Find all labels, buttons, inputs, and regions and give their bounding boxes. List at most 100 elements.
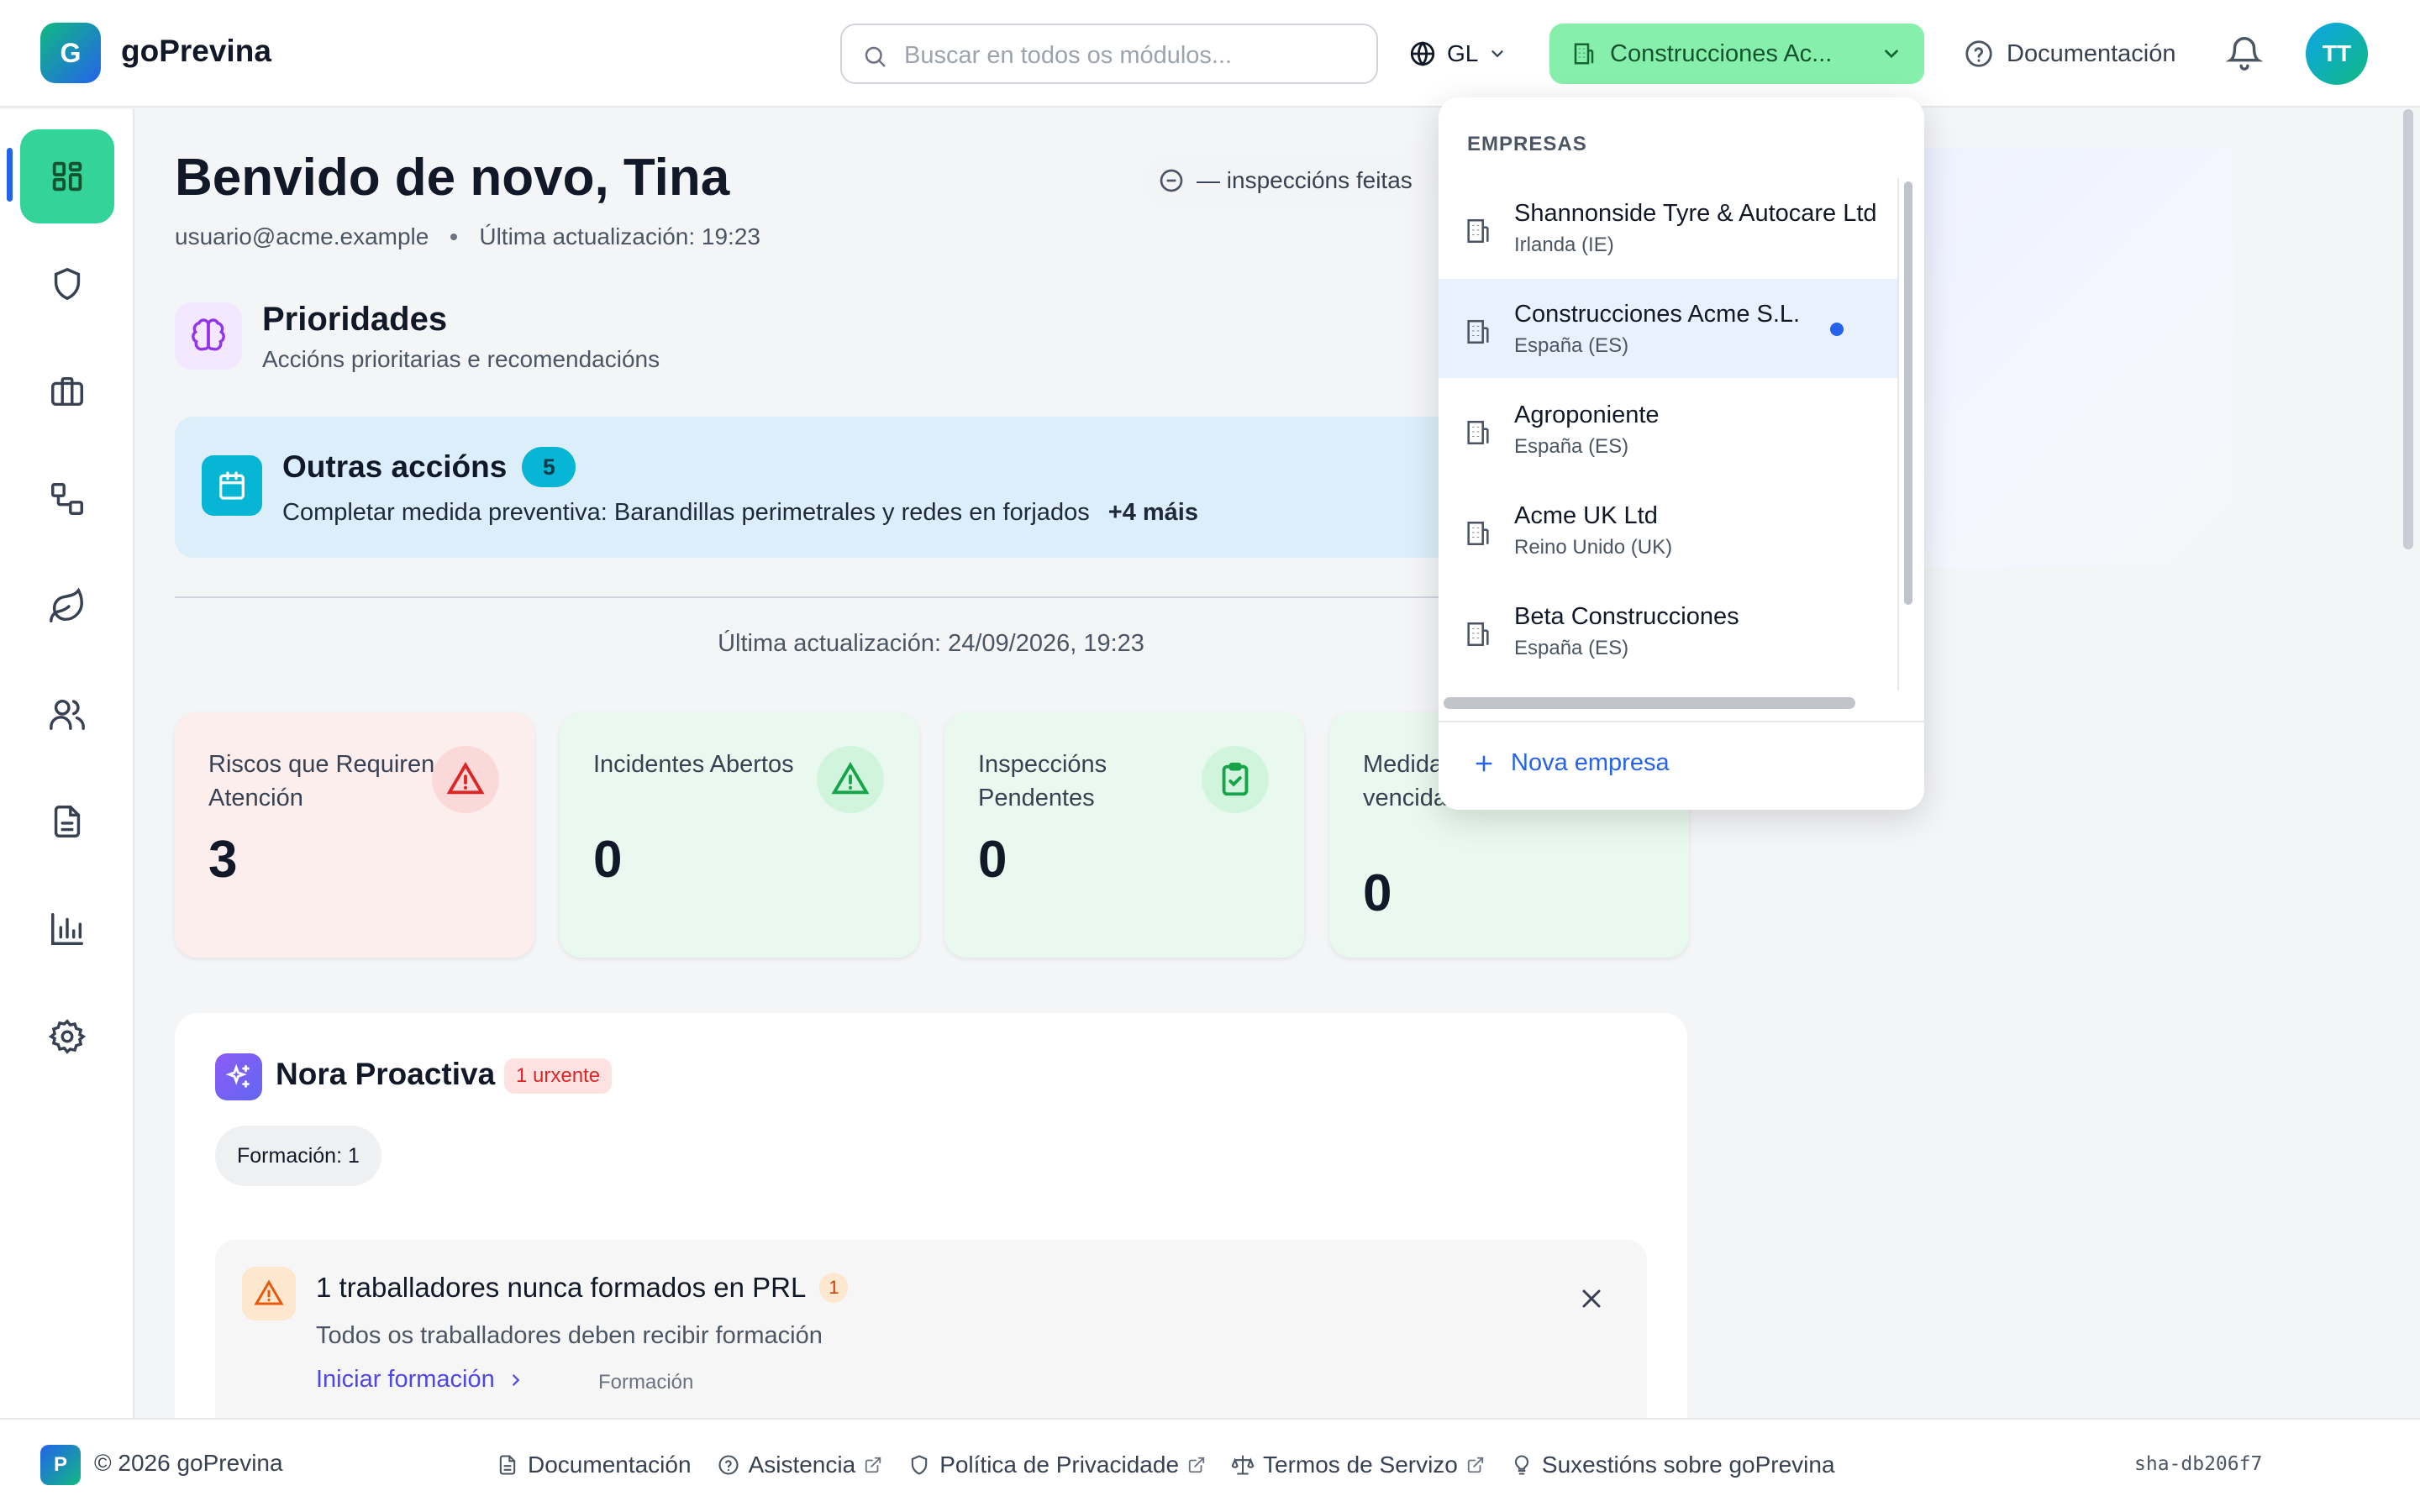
company-country: España (ES) — [1514, 435, 1629, 458]
document-icon — [48, 802, 87, 841]
footer: P © 2026 goPrevina Documentación Asisten… — [0, 1418, 2420, 1512]
building-icon — [1464, 217, 1492, 245]
help-circle-icon — [717, 1453, 740, 1477]
stat-label: Incidentes Abertos — [593, 751, 794, 778]
settings-icon — [48, 1017, 87, 1056]
start-training-label: Iniciar formación — [316, 1366, 495, 1393]
company-selector[interactable]: Construcciones Ac... — [1549, 24, 1924, 84]
footer-links: Documentación Asistencia Política de Pri… — [496, 1445, 1835, 1485]
urgent-badge: 1 urxente — [504, 1058, 613, 1094]
nora-proactive-panel: Nora Proactiva 1 urxente Formación: 1 1 … — [175, 1013, 1687, 1450]
external-link-icon — [1466, 1456, 1485, 1474]
company-selector-label: Construcciones Ac... — [1610, 39, 1833, 67]
stat-card-risks[interactable]: Riscos que Requiren Atención 3 — [175, 712, 534, 958]
company-country: Reino Unido (UK) — [1514, 536, 1673, 559]
building-icon — [1464, 318, 1492, 346]
sidebar-item-dashboard[interactable] — [20, 129, 114, 223]
footer-link-privacy[interactable]: Política de Privacidade — [908, 1452, 1206, 1478]
list-border — [1897, 178, 1899, 690]
company-option[interactable]: Beta Construcciones España (ES) — [1439, 581, 1899, 680]
footer-link-terms[interactable]: Termos de Servizo — [1231, 1452, 1485, 1478]
priorities-subtitle: Accións prioritarias e recomendacións — [262, 346, 660, 372]
help-circle-icon — [1963, 38, 1995, 70]
warning-triangle-icon — [242, 1267, 296, 1320]
language-selector[interactable]: GL — [1408, 30, 1507, 77]
footer-link-support[interactable]: Asistencia — [717, 1452, 883, 1478]
sidebar-item-workers[interactable] — [20, 667, 114, 761]
search-icon — [862, 44, 887, 69]
building-icon — [1464, 519, 1492, 548]
stat-label: Riscos que Requiren Atención — [208, 751, 435, 811]
sidebar-item-settings[interactable] — [20, 990, 114, 1084]
new-company-button[interactable]: Nova empresa — [1472, 749, 1670, 777]
footer-logo: P — [40, 1445, 81, 1485]
bell-icon[interactable] — [2225, 34, 2264, 72]
stat-value: 0 — [593, 831, 623, 889]
separator-dot — [450, 234, 458, 240]
dashboard-icon — [48, 157, 87, 196]
app-name[interactable]: goPrevina — [121, 34, 271, 69]
bar-chart-icon — [48, 910, 87, 948]
new-company-label: Nova empresa — [1511, 749, 1670, 776]
stat-card-inspections[interactable]: Inspeccións Pendentes 0 — [944, 712, 1304, 958]
company-name: Acme UK Ltd — [1514, 502, 1658, 529]
chevron-down-icon — [1488, 45, 1507, 63]
company-option[interactable]: Acme UK Ltd Reino Unido (UK) — [1439, 480, 1899, 580]
building-icon — [1464, 418, 1492, 447]
footer-link-suggestions[interactable]: Suxestións sobre goPrevina — [1510, 1452, 1835, 1478]
page-scrollbar[interactable] — [2403, 109, 2413, 549]
company-option-selected[interactable]: Construcciones Acme S.L. España (ES) — [1439, 279, 1899, 378]
start-training-link[interactable]: Iniciar formación — [316, 1366, 525, 1394]
user-avatar[interactable]: TT — [2306, 23, 2368, 85]
last-update-time: Última actualización: 19:23 — [479, 223, 760, 249]
sparkles-icon — [215, 1053, 262, 1100]
search-input[interactable] — [904, 39, 1358, 72]
building-icon — [1464, 620, 1492, 648]
sidebar-item-briefcase[interactable] — [20, 344, 114, 438]
sidebar-item-environment[interactable] — [20, 559, 114, 654]
company-option[interactable]: Shannonside Tyre & Autocare Ltd Irlanda … — [1439, 178, 1899, 277]
warning-triangle-icon — [432, 746, 499, 813]
globe-icon — [1408, 39, 1437, 68]
shield-icon — [908, 1453, 931, 1477]
language-code: GL — [1447, 40, 1479, 66]
other-actions-more[interactable]: +4 máis — [1108, 499, 1198, 526]
sidebar-item-workflow[interactable] — [20, 452, 114, 546]
build-version: sha-db206f7 — [2134, 1453, 2263, 1475]
company-name: Beta Construcciones — [1514, 603, 1739, 630]
company-country: Irlanda (IE) — [1514, 234, 1614, 256]
list-vertical-scrollbar[interactable] — [1904, 181, 1912, 605]
other-actions-heading: Outras accións 5 — [282, 447, 576, 487]
alert-triangle-icon — [817, 746, 884, 813]
workflow-icon — [48, 480, 87, 518]
sidebar-item-reports[interactable] — [20, 882, 114, 976]
chevron-right-icon — [507, 1371, 525, 1389]
list-horizontal-scrollbar[interactable] — [1444, 697, 1855, 709]
chevron-down-icon — [1881, 43, 1902, 65]
close-icon[interactable] — [1576, 1284, 1607, 1314]
sidebar-item-security[interactable] — [20, 237, 114, 331]
footer-link-documentation[interactable]: Documentación — [496, 1452, 692, 1478]
inspections-pill: — inspeccións feitas — [1139, 155, 1438, 207]
stat-value: 0 — [978, 831, 1007, 889]
alert-count: 1 — [819, 1273, 849, 1303]
other-actions-description: Completar medida preventiva: Barandillas… — [282, 499, 1198, 527]
stat-card-incidents[interactable]: Incidentes Abertos 0 — [560, 712, 919, 958]
filter-chip-training[interactable]: Formación: 1 — [215, 1126, 381, 1186]
company-country: España (ES) — [1514, 637, 1629, 659]
global-search[interactable] — [840, 24, 1378, 84]
sidebar-item-documents[interactable] — [20, 774, 114, 869]
decorative-panel — [1924, 148, 2233, 568]
footer-link-label: Asistencia — [748, 1452, 856, 1478]
other-actions-count: 5 — [522, 447, 576, 487]
documentation-link[interactable]: Documentación — [1963, 32, 2176, 76]
other-actions-text: Completar medida preventiva: Barandillas… — [282, 499, 1090, 526]
external-link-icon — [1187, 1456, 1206, 1474]
alert-description: Todos os traballadores deben recibir for… — [316, 1322, 823, 1349]
alert-heading: 1 traballadores nunca formados en PRL 1 — [316, 1272, 849, 1304]
calendar-icon — [202, 455, 262, 516]
sidebar — [0, 109, 134, 1418]
company-option[interactable]: Agroponiente España (ES) — [1439, 380, 1899, 479]
app-logo[interactable]: G — [40, 23, 101, 83]
alert-category: Formación — [598, 1371, 694, 1394]
